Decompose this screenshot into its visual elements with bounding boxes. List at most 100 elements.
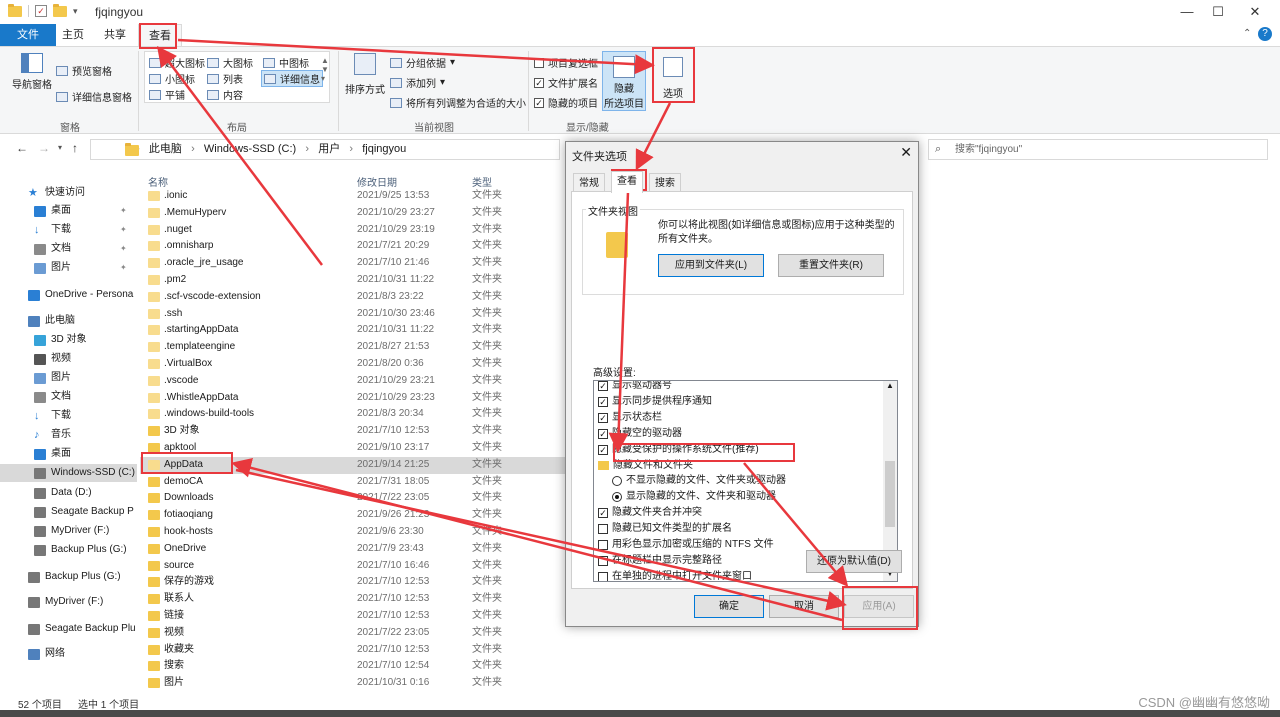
file-row[interactable]: 链接 2021/7/10 12:53 文件夹	[140, 608, 570, 625]
fit-columns-button[interactable]: 将所有列调整为合适的大小	[390, 95, 526, 110]
layout-extra-large[interactable]: 超大图标	[149, 55, 205, 70]
cancel-button[interactable]: 取消	[769, 595, 839, 618]
radio-button[interactable]	[612, 492, 622, 503]
nav-item[interactable]: 文档 ✦	[0, 240, 137, 258]
nav-item[interactable]: Backup Plus (G:)	[0, 541, 137, 559]
nav-item[interactable]: Data (D:)	[0, 484, 137, 502]
search-input[interactable]: ⌕ 搜索"fjqingyou"	[928, 139, 1268, 160]
nav-item[interactable]: MyDriver (F:)	[0, 593, 137, 611]
advanced-setting[interactable]: ✓ 显示同步提供程序通知	[598, 394, 888, 410]
add-column-button[interactable]: 添加列 ▾	[390, 75, 445, 90]
checkbox[interactable]	[598, 539, 608, 550]
advanced-setting[interactable]: ✓ 显示状态栏	[598, 410, 888, 426]
file-row[interactable]: 保存的游戏 2021/7/10 12:53 文件夹	[140, 574, 570, 591]
layout-list[interactable]: 列表	[207, 71, 243, 86]
advanced-setting[interactable]: 不显示隐藏的文件、文件夹或驱动器	[598, 473, 888, 489]
file-row[interactable]: 视频 2021/7/22 23:05 文件夹	[140, 625, 570, 642]
layout-medium[interactable]: 中图标	[263, 55, 309, 70]
nav-item[interactable]: 此电脑	[0, 312, 137, 330]
group-by-button[interactable]: 分组依据 ▾	[390, 55, 455, 70]
nav-pane-button[interactable]: 导航窗格	[10, 53, 54, 91]
nav-item[interactable]: Seagate Backup P	[0, 503, 137, 521]
advanced-setting[interactable]: ✓ 隐藏文件夹合并冲突	[598, 505, 888, 521]
back-icon[interactable]: ←	[16, 141, 28, 155]
file-row[interactable]: .pm2 2021/10/31 11:22 文件夹	[140, 272, 570, 289]
tab-file[interactable]: 文件	[0, 24, 56, 46]
ok-button[interactable]: 确定	[694, 595, 764, 618]
apply-to-folders-button[interactable]: 应用到文件夹(L)	[658, 254, 764, 277]
checkbox[interactable]: ✓	[598, 428, 608, 439]
item-checkboxes-toggle[interactable]: 项目复选框	[534, 55, 598, 70]
file-row[interactable]: .nuget 2021/10/29 23:19 文件夹	[140, 222, 570, 239]
scrollbar-thumb[interactable]	[885, 461, 895, 527]
layout-small[interactable]: 小图标	[149, 71, 195, 86]
file-row[interactable]: .startingAppData 2021/10/31 11:22 文件夹	[140, 322, 570, 339]
checkbox[interactable]	[598, 571, 608, 581]
file-row[interactable]: .ionic 2021/9/25 13:53 文件夹	[140, 188, 570, 205]
layout-tiles[interactable]: 平铺	[149, 87, 185, 102]
address-bar[interactable]: › 此电脑 › Windows-SSD (C:) › 用户 › fjqingyo…	[90, 139, 560, 160]
nav-item[interactable]: ↓ 下载 ✦	[0, 221, 137, 239]
checkbox[interactable]: ✓	[598, 412, 608, 423]
nav-item[interactable]: 视频	[0, 350, 137, 368]
advanced-setting[interactable]: ✓ 隐藏空的驱动器	[598, 426, 888, 442]
nav-item[interactable]: 图片 ✦	[0, 259, 137, 277]
file-row[interactable]: 3D 对象 2021/7/10 12:53 文件夹	[140, 423, 570, 440]
nav-item[interactable]: ★ 快速访问	[0, 184, 137, 202]
ribbon-collapse-icon[interactable]: ⌃	[1243, 28, 1251, 39]
nav-item[interactable]: ↓ 下载	[0, 407, 137, 425]
file-row[interactable]: .windows-build-tools 2021/8/3 20:34 文件夹	[140, 406, 570, 423]
file-row[interactable]: .MemuHyperv 2021/10/29 23:27 文件夹	[140, 205, 570, 222]
new-folder-icon[interactable]	[53, 3, 67, 17]
reset-folders-button[interactable]: 重置文件夹(R)	[778, 254, 884, 277]
file-row[interactable]: .VirtualBox 2021/8/20 0:36 文件夹	[140, 356, 570, 373]
hidden-items-toggle[interactable]: ✓ 隐藏的项目	[534, 95, 598, 110]
tab-search[interactable]: 搜索	[649, 173, 681, 192]
file-row[interactable]: .omnisharp 2021/7/21 20:29 文件夹	[140, 238, 570, 255]
customize-qat-icon[interactable]: ▾	[73, 6, 78, 17]
up-icon[interactable]: ↑	[72, 141, 78, 155]
file-row[interactable]: 联系人 2021/7/10 12:53 文件夹	[140, 591, 570, 608]
checkbox[interactable]: ✓	[598, 508, 608, 519]
file-row[interactable]: .ssh 2021/10/30 23:46 文件夹	[140, 306, 570, 323]
file-extensions-toggle[interactable]: ✓ 文件扩展名	[534, 75, 598, 90]
checkbox[interactable]: ✓	[598, 444, 608, 455]
nav-item[interactable]: MyDriver (F:)	[0, 522, 137, 540]
close-button[interactable]: ✕	[1232, 0, 1278, 24]
nav-item[interactable]: 桌面	[0, 445, 137, 463]
layout-content[interactable]: 内容	[207, 87, 243, 102]
file-row[interactable]: source 2021/7/10 16:46 文件夹	[140, 558, 570, 575]
tab-general[interactable]: 常规	[573, 173, 605, 192]
layout-details[interactable]: 详细信息	[261, 70, 323, 87]
file-row[interactable]: 收藏夹 2021/7/10 12:53 文件夹	[140, 642, 570, 659]
column-header-name[interactable]: 名称	[148, 174, 168, 189]
advanced-setting[interactable]: 隐藏已知文件类型的扩展名	[598, 521, 888, 537]
file-row[interactable]: .WhistleAppData 2021/10/29 23:23 文件夹	[140, 390, 570, 407]
nav-item[interactable]: Seagate Backup Plu	[0, 620, 137, 638]
forward-icon[interactable]: →	[38, 141, 50, 155]
nav-item[interactable]: 图片	[0, 369, 137, 387]
column-header-date[interactable]: 修改日期	[357, 174, 397, 189]
preview-pane-button[interactable]: 预览窗格	[56, 63, 112, 78]
restore-defaults-button[interactable]: 还原为默认值(D)	[806, 550, 902, 573]
layout-large[interactable]: 大图标	[207, 55, 253, 70]
nav-item[interactable]: 桌面 ✦	[0, 202, 137, 220]
nav-item[interactable]: ♪ 音乐	[0, 426, 137, 444]
tab-view[interactable]: 查看	[611, 171, 643, 193]
advanced-setting[interactable]: ✓ 显示驱动器号	[598, 381, 888, 394]
nav-item[interactable]: OneDrive - Persona	[0, 286, 137, 304]
hide-selected-button[interactable]: 隐藏 所选项目	[602, 51, 646, 111]
nav-item[interactable]: 3D 对象	[0, 331, 137, 349]
column-header-type[interactable]: 类型	[472, 174, 492, 189]
file-row[interactable]: .templateengine 2021/8/27 21:53 文件夹	[140, 339, 570, 356]
tab-home[interactable]: 主页	[52, 24, 94, 46]
breadcrumb-item[interactable]: 此电脑	[149, 143, 182, 155]
file-row[interactable]: Downloads 2021/7/22 23:05 文件夹	[140, 490, 570, 507]
file-row[interactable]: .oracle_jre_usage 2021/7/10 21:46 文件夹	[140, 255, 570, 272]
breadcrumb-item[interactable]: 用户	[318, 143, 340, 155]
details-pane-button[interactable]: 详细信息窗格	[56, 89, 132, 104]
radio-button[interactable]	[612, 476, 622, 487]
nav-item[interactable]: 网络	[0, 645, 137, 663]
file-row[interactable]: 搜索 2021/7/10 12:54 文件夹	[140, 658, 570, 675]
advanced-setting[interactable]: 显示隐藏的文件、文件夹和驱动器	[598, 489, 888, 505]
